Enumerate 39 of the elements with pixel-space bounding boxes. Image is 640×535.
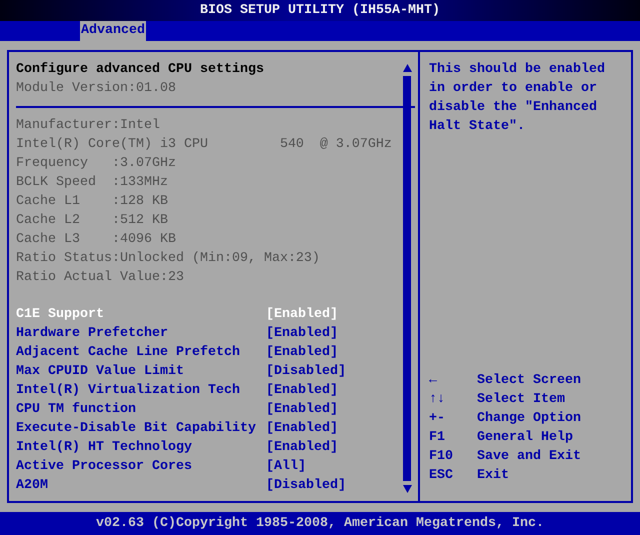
key-action: Select Item — [477, 391, 565, 409]
menu-tab[interactable]: Advanced — [80, 21, 146, 41]
setting-item[interactable]: Intel(R) Virtualization Tech [Enabled] — [16, 381, 338, 400]
help-text: This should be enabled in order to enable or disable the "Enhanced Halt State". — [429, 61, 606, 136]
info-line: Cache L2 :512 KB — [16, 212, 168, 230]
key-label: F10 — [429, 448, 454, 466]
setting-item[interactable]: Adjacent Cache Line Prefetch [Enabled] — [16, 343, 338, 362]
key-label: +- — [429, 410, 446, 428]
info-line: Ratio Actual Value:23 — [16, 269, 184, 287]
info-line: Intel(R) Core(TM) i3 CPU 540 @ 3.07GHz — [16, 136, 392, 154]
setting-item[interactable]: Max CPUID Value Limit [Disabled] — [16, 362, 346, 381]
setting-item[interactable]: Hardware Prefetcher [Enabled] — [16, 324, 338, 343]
key-label: F1 — [429, 429, 446, 447]
info-line: BCLK Speed :133MHz — [16, 174, 168, 192]
info-line: Cache L3 :4096 KB — [16, 231, 176, 249]
key-label: ↑↓ — [429, 391, 446, 409]
key-label: ESC — [429, 467, 454, 485]
key-action: Exit — [477, 467, 509, 485]
window-title: BIOS SETUP UTILITY (IH55A-MHT) — [200, 2, 440, 20]
module-version: Module Version:01.08 — [16, 80, 176, 98]
setting-item[interactable]: CPU TM function [Enabled] — [16, 400, 338, 419]
scroll-thumb[interactable] — [403, 76, 411, 481]
info-line: Cache L1 :128 KB — [16, 193, 168, 211]
info-line: Manufacturer:Intel — [16, 117, 160, 135]
setting-item[interactable]: Execute-Disable Bit Capability [Enabled] — [16, 419, 338, 438]
key-action: Change Option — [477, 410, 581, 428]
key-label: ← — [429, 372, 438, 390]
setting-item[interactable]: Active Processor Cores [All] — [16, 457, 306, 476]
setting-item[interactable]: Intel(R) HT Technology [Enabled] — [16, 438, 338, 457]
section-heading: Configure advanced CPU settings — [16, 61, 264, 79]
scroll-up-icon[interactable] — [402, 64, 412, 72]
key-action: General Help — [477, 429, 573, 447]
scroll-down-icon[interactable] — [402, 485, 412, 493]
info-line: Frequency :3.07GHz — [16, 155, 176, 173]
copyright-text: v02.63 (C)Copyright 1985-2008, American Megatrends, Inc. — [96, 515, 544, 533]
key-action: Save and Exit — [477, 448, 581, 466]
setting-item[interactable]: A20M [Disabled] — [16, 476, 346, 495]
info-line: Ratio Status:Unlocked (Min:09, Max:23) — [16, 250, 320, 268]
key-action: Select Screen — [477, 372, 581, 390]
